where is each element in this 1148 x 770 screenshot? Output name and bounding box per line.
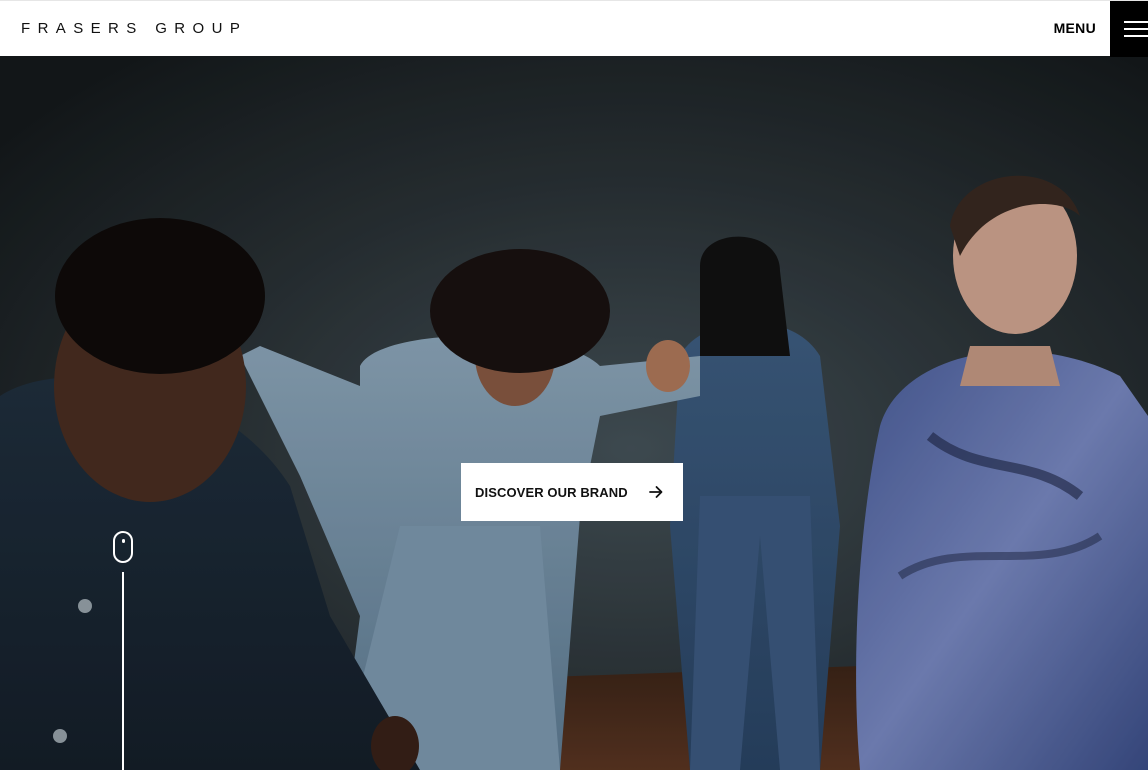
hamburger-icon-bar [1124, 35, 1148, 37]
discover-brand-label: DISCOVER OUR BRAND [475, 484, 628, 500]
mouse-scroll-icon [113, 531, 133, 563]
site-header: FRASERS GROUP MENU [0, 0, 1148, 57]
hamburger-icon-bar [1124, 28, 1148, 30]
menu-label[interactable]: MENU [1054, 20, 1096, 36]
discover-brand-button[interactable]: DISCOVER OUR BRAND [461, 463, 683, 521]
mouse-wheel-icon [122, 539, 125, 543]
hero-section: DISCOVER OUR BRAND [0, 56, 1148, 770]
menu-button[interactable] [1110, 1, 1148, 57]
scroll-indicator-line [122, 572, 124, 770]
hamburger-icon-bar [1124, 21, 1148, 23]
hero-photo [0, 56, 1148, 770]
frasers-group-logo[interactable]: FRASERS GROUP [21, 20, 247, 37]
arrow-right-icon [648, 484, 664, 500]
